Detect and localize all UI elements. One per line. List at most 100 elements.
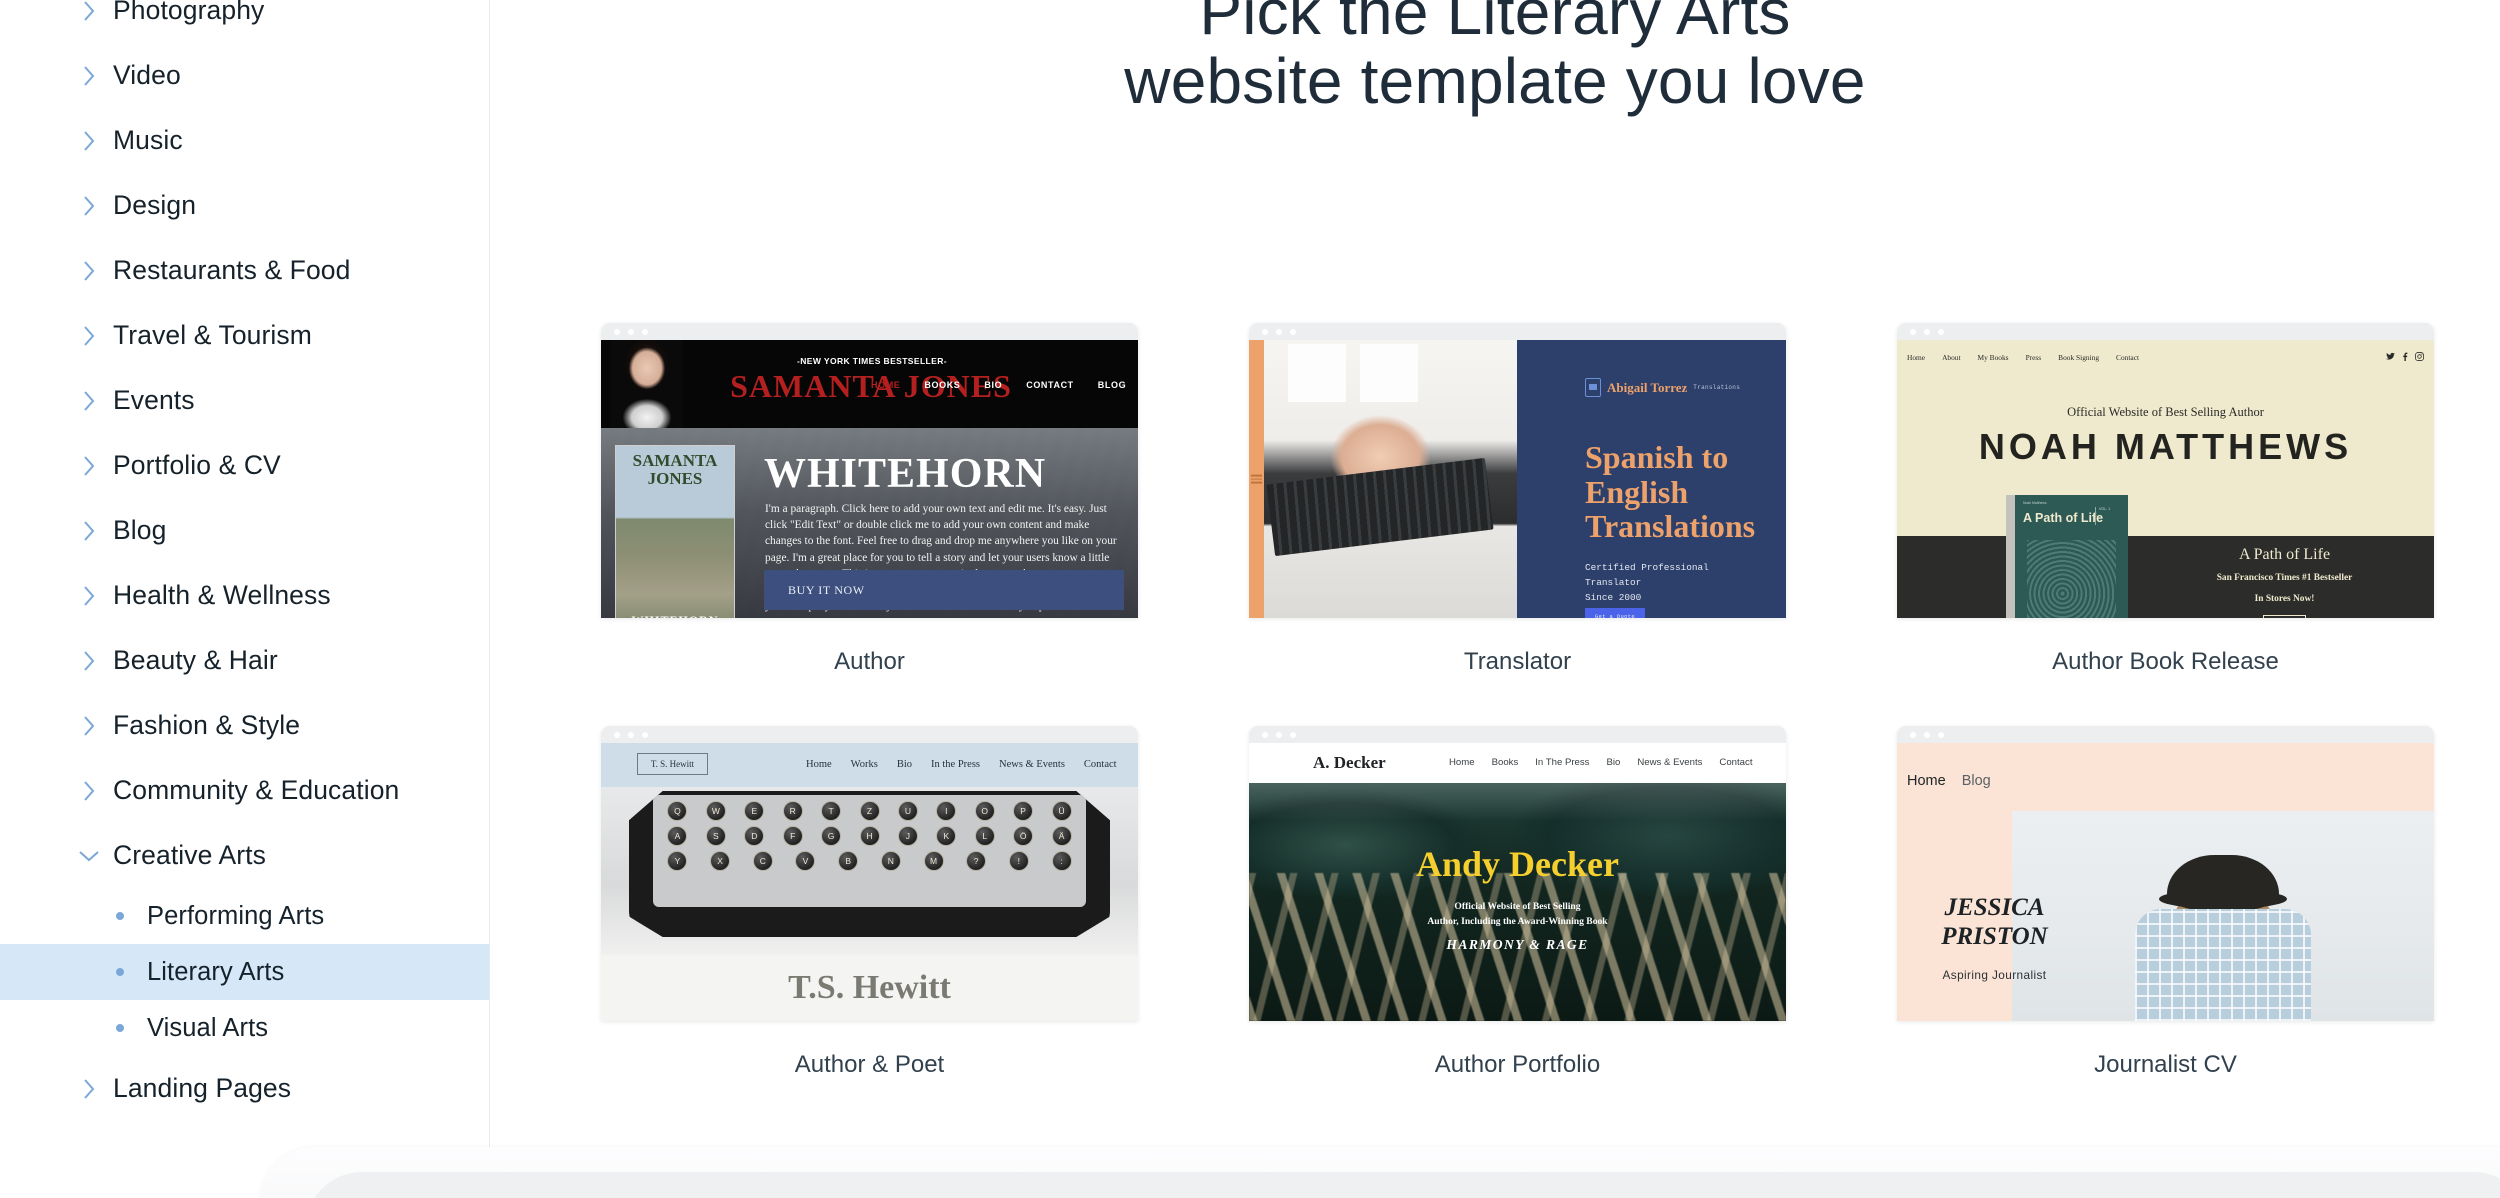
preview-subtitle-line1: Official Website of Best Selling — [1454, 901, 1581, 912]
preview-nav-item: Blog — [1961, 773, 1991, 789]
preview-title-line1: Spanish to — [1585, 439, 1729, 475]
template-preview: T. S. Hewitt Home Works Bio In the Press… — [601, 743, 1138, 1021]
template-caption: Journalist CV — [2094, 1051, 2237, 1078]
browser-chrome-bar — [1249, 323, 1786, 340]
preview-nav-item: HOME — [871, 380, 901, 390]
preview-body: A. Decker Home Books In The Press Bio Ne… — [1249, 743, 1786, 1021]
window-dot-icon — [1924, 731, 1930, 738]
sidebar-item-beauty-hair[interactable]: Beauty & Hair — [0, 628, 490, 693]
sidebar-subitem-performing-arts[interactable]: Performing Arts — [0, 888, 490, 944]
template-thumbnail[interactable]: Abigail Torrez Translations Spanish to E… — [1249, 323, 1786, 618]
template-card-author-book-release[interactable]: Home About My Books Press Book Signing C… — [1897, 323, 2434, 676]
sidebar-item-landing-pages[interactable]: Landing Pages — [0, 1056, 490, 1121]
portrait-hat — [2159, 855, 2287, 911]
window-dot-icon — [642, 328, 648, 335]
typewriter-key: ? — [966, 851, 987, 871]
sidebar-item-label: Creative Arts — [113, 840, 266, 870]
preview-release-line1: San Francisco Times #1 Bestseller — [2216, 573, 2353, 583]
template-thumbnail[interactable]: Home About My Books Press Book Signing C… — [1897, 323, 2434, 618]
typewriter-key: J — [897, 826, 918, 846]
sidebar-item-portfolio-cv[interactable]: Portfolio & CV — [0, 433, 490, 498]
sidebar-item-music[interactable]: Music — [0, 108, 490, 173]
chevron-right-icon — [78, 715, 100, 737]
typewriter-key: Ä — [1051, 826, 1072, 846]
template-thumbnail[interactable]: A. Decker Home Books In The Press Bio Ne… — [1249, 726, 1786, 1021]
sidebar-item-events[interactable]: Events — [0, 368, 490, 433]
sidebar-item-health-wellness[interactable]: Health & Wellness — [0, 563, 490, 628]
sidebar-subitem-visual-arts[interactable]: Visual Arts — [0, 1000, 490, 1056]
template-caption: Author & Poet — [794, 1051, 945, 1078]
sidebar-item-travel-tourism[interactable]: Travel & Tourism — [0, 303, 490, 368]
preview-logo: T. S. Hewitt — [637, 753, 708, 775]
sidebar-item-photography[interactable]: Photography — [0, 0, 490, 43]
sidebar-item-community-education[interactable]: Community & Education — [0, 758, 490, 823]
book-cover-image: Noah Matthews A Path of Life VOL. 1 — [2015, 495, 2128, 618]
template-card-author-portfolio[interactable]: A. Decker Home Books In The Press Bio Ne… — [1249, 726, 1786, 1079]
sidebar-subitem-literary-arts[interactable]: Literary Arts — [0, 944, 490, 1000]
typewriter-key: A — [667, 826, 688, 846]
template-caption: Author Book Release — [2052, 648, 2279, 675]
template-card-author-poet[interactable]: T. S. Hewitt Home Works Bio In the Press… — [601, 726, 1138, 1079]
sidebar-item-label: Music — [113, 125, 183, 155]
bullet-icon — [116, 912, 124, 920]
template-thumbnail[interactable]: -NEW YORK TIMES BESTSELLER- SAMANTA JONE… — [601, 323, 1138, 618]
book-cover-rule — [2095, 507, 2096, 525]
sidebar-item-video[interactable]: Video — [0, 43, 490, 108]
preview-person-name: JESSICA PRISTON — [1907, 893, 2082, 951]
preview-nav: Home About My Books Press Book Signing C… — [1907, 353, 2139, 362]
template-preview: -NEW YORK TIMES BESTSELLER- SAMANTA JONE… — [601, 340, 1138, 618]
chevron-right-icon — [78, 455, 100, 477]
preview-release-info: A Path of Life San Francisco Times #1 Be… — [2145, 546, 2424, 618]
typewriter-key: W — [705, 801, 726, 821]
chevron-right-icon — [78, 130, 100, 152]
sidebar-item-label: Video — [113, 60, 181, 90]
window-dot-icon — [1276, 731, 1282, 738]
typewriter-key: K — [936, 826, 957, 846]
typewriter-key: F — [782, 826, 803, 846]
bullet-icon — [116, 968, 124, 976]
preview-author-name: NOAH MATTHEWS — [1978, 426, 2353, 467]
sidebar-item-label: Community & Education — [113, 775, 400, 805]
preview-title-line3: Translations — [1585, 508, 1756, 545]
sidebar-item-design[interactable]: Design — [0, 173, 490, 238]
template-thumbnail[interactable]: Home Blog JESSICA PRISTON Aspiring Journ… — [1897, 726, 2434, 1021]
preview-nav: Home Books In The Press Bio News & Event… — [1449, 757, 1753, 768]
template-thumbnail[interactable]: T. S. Hewitt Home Works Bio In the Press… — [601, 726, 1138, 1021]
chevron-right-icon — [78, 520, 100, 542]
window-dot-icon — [1938, 328, 1944, 335]
typewriter-key: S — [705, 826, 726, 846]
chevron-right-icon — [78, 65, 100, 87]
typewriter-key: M — [923, 851, 944, 871]
preview-subtitle-line2: Since 2000 — [1585, 592, 1642, 604]
preview-nav-item: Home — [1907, 773, 1946, 789]
template-preview: Home About My Books Press Book Signing C… — [1897, 340, 2434, 618]
preview-nav-item: Home — [1907, 353, 1926, 362]
sidebar-item-label: Restaurants & Food — [113, 255, 351, 285]
typewriter-key: C — [752, 851, 773, 871]
sidebar-item-label: Travel & Tourism — [113, 320, 312, 350]
sidebar-item-creative-arts[interactable]: Creative Arts — [0, 823, 490, 888]
typewriter-key: P — [1013, 801, 1034, 821]
template-card-translator[interactable]: Abigail Torrez Translations Spanish to E… — [1249, 323, 1786, 676]
window-dot-icon — [1262, 731, 1268, 738]
sidebar-item-label: Health & Wellness — [113, 580, 331, 610]
typewriter-key: N — [880, 851, 901, 871]
preview-nav-item: Home — [806, 759, 832, 770]
sidebar-item-blog[interactable]: Blog — [0, 498, 490, 563]
template-card-author[interactable]: -NEW YORK TIMES BESTSELLER- SAMANTA JONE… — [601, 323, 1138, 676]
sidebar-item-fashion-style[interactable]: Fashion & Style — [0, 693, 490, 758]
page-title: Pick the Literary Arts website template … — [490, 0, 2500, 116]
preview-person-name-line2: PRISTON — [1941, 923, 2048, 950]
typewriter-key: Ü — [1051, 801, 1072, 821]
typewriter-key: U — [897, 801, 918, 821]
category-nav-list: Photography Video Music Design Restauran… — [0, 0, 490, 1121]
book-cover-volume: VOL. 1 — [2099, 507, 2111, 511]
window-dot-icon — [628, 731, 634, 738]
preview-subtitle: Certified Professional Translator Since … — [1585, 560, 1766, 605]
preview-nav: HOME BOOKS BIO CONTACT BLOG — [871, 380, 1130, 390]
template-card-journalist-cv[interactable]: Home Blog JESSICA PRISTON Aspiring Journ… — [1897, 726, 2434, 1079]
typewriter-key: X — [710, 851, 731, 871]
sidebar-item-label: Events — [113, 385, 195, 415]
window-highlight — [1360, 344, 1418, 402]
sidebar-item-restaurants-food[interactable]: Restaurants & Food — [0, 238, 490, 303]
